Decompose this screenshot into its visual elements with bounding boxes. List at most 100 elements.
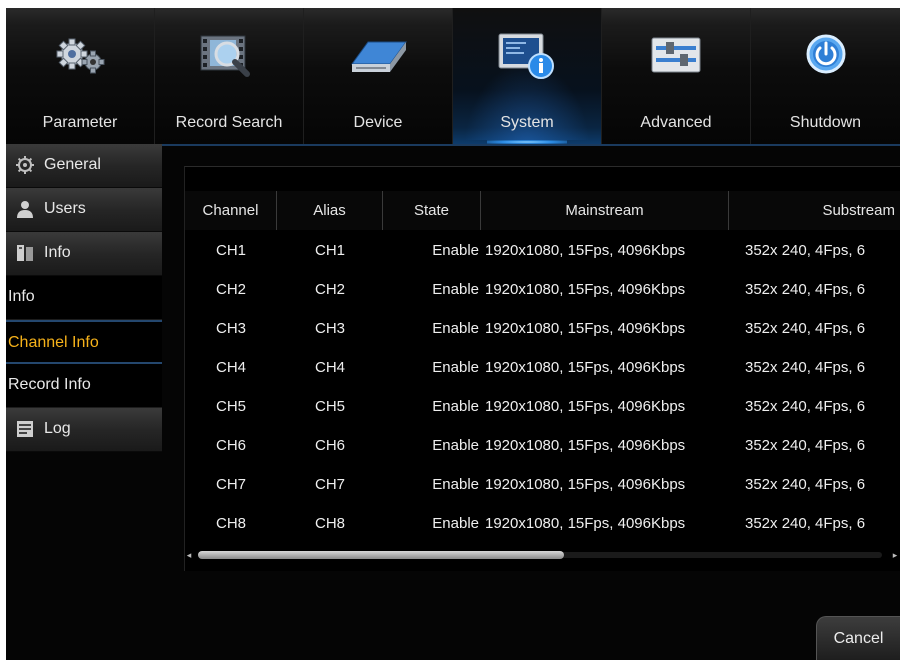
cell-substream: 352x 240, 4Fps, 6 bbox=[745, 476, 866, 493]
user-icon bbox=[17, 201, 33, 218]
cell-substream: 352x 240, 4Fps, 6 bbox=[745, 398, 866, 415]
sidebar-item-label: Info bbox=[44, 244, 71, 261]
column-header-alias: Alias bbox=[277, 191, 383, 230]
gear-icon bbox=[16, 156, 34, 174]
sidebar-item-label: Channel Info bbox=[8, 334, 99, 351]
top-nav-bar: Parameter Record Search Device System Ad… bbox=[6, 8, 900, 144]
cell-state: Enable bbox=[432, 437, 479, 454]
cell-alias: CH5 bbox=[314, 398, 345, 415]
nav-tab-label: Record Search bbox=[175, 114, 283, 131]
cell-alias: CH4 bbox=[314, 359, 345, 376]
cell-substream: 352x 240, 4Fps, 6 bbox=[745, 359, 866, 376]
cell-alias: CH6 bbox=[314, 437, 345, 454]
cell-channel: CH5 bbox=[215, 398, 246, 415]
nav-tab-system[interactable]: System bbox=[453, 8, 602, 144]
cell-state: Enable bbox=[432, 320, 479, 337]
nav-tab-label: Parameter bbox=[42, 114, 118, 131]
sidebar-subitem-info[interactable]: Info bbox=[6, 276, 162, 320]
cell-alias: CH3 bbox=[314, 320, 345, 337]
cell-channel: CH2 bbox=[215, 281, 246, 298]
horizontal-scrollbar[interactable]: ◂ ▸ bbox=[184, 549, 900, 561]
sidebar-item-general[interactable]: General bbox=[6, 144, 162, 188]
cell-mainstream: 1920x1080, 15Fps, 4096Kbps bbox=[485, 242, 686, 259]
system-info-icon bbox=[498, 33, 554, 79]
cell-channel: CH8 bbox=[215, 515, 246, 532]
nav-tab-shutdown[interactable]: Shutdown bbox=[751, 8, 900, 144]
table-row[interactable]: CH5 CH5 Enable 1920x1080, 15Fps, 4096Kbps 35… bbox=[185, 387, 900, 426]
channel-info-table: Channel Alias State Mainstream Substream… bbox=[184, 166, 900, 571]
sidebar-subitem-channel-info[interactable]: Channel Info bbox=[6, 320, 162, 364]
table-row[interactable]: CH7 CH7 Enable 1920x1080, 15Fps, 4096Kbps 35… bbox=[185, 465, 900, 504]
cell-state: Enable bbox=[432, 515, 479, 532]
cell-channel: CH1 bbox=[215, 242, 246, 259]
nav-tab-label: System bbox=[500, 114, 554, 131]
content-area: Channel Alias State Mainstream Substream… bbox=[162, 144, 900, 660]
cell-mainstream: 1920x1080, 15Fps, 4096Kbps bbox=[485, 281, 686, 298]
cell-mainstream: 1920x1080, 15Fps, 4096Kbps bbox=[485, 320, 686, 337]
sidebar: General Users Info Info Channel Info Rec… bbox=[6, 144, 162, 660]
nav-tab-label: Advanced bbox=[640, 114, 712, 131]
cell-state: Enable bbox=[432, 281, 479, 298]
cell-state: Enable bbox=[432, 242, 479, 259]
cell-alias: CH1 bbox=[314, 242, 345, 259]
cell-channel: CH4 bbox=[215, 359, 246, 376]
table-row[interactable]: CH2 CH2 Enable 1920x1080, 15Fps, 4096Kbps 35… bbox=[185, 270, 900, 309]
column-header-mainstream: Mainstream bbox=[481, 191, 729, 230]
nav-tab-label: Shutdown bbox=[789, 114, 862, 131]
cancel-button[interactable]: Cancel bbox=[816, 616, 900, 660]
cell-state: Enable bbox=[432, 359, 479, 376]
film-search-icon bbox=[200, 35, 250, 77]
cell-channel: CH7 bbox=[215, 476, 246, 493]
cell-substream: 352x 240, 4Fps, 6 bbox=[745, 320, 866, 337]
column-header-state: State bbox=[383, 191, 481, 230]
cell-alias: CH8 bbox=[314, 515, 345, 532]
dvr-window: Parameter Record Search Device System Ad… bbox=[6, 8, 900, 660]
column-header-channel: Channel bbox=[185, 191, 277, 230]
sidebar-item-label: Record Info bbox=[8, 376, 91, 393]
cell-alias: CH7 bbox=[314, 476, 345, 493]
table-row[interactable]: CH8 CH8 Enable 1920x1080, 15Fps, 4096Kbps 35… bbox=[185, 504, 900, 543]
cell-mainstream: 1920x1080, 15Fps, 4096Kbps bbox=[485, 437, 686, 454]
sidebar-item-label: General bbox=[44, 156, 101, 173]
cell-mainstream: 1920x1080, 15Fps, 4096Kbps bbox=[485, 476, 686, 493]
nav-tab-device[interactable]: Device bbox=[304, 8, 453, 144]
sidebar-item-label: Log bbox=[44, 420, 71, 437]
cell-state: Enable bbox=[432, 398, 479, 415]
power-icon bbox=[806, 34, 845, 74]
cell-substream: 352x 240, 4Fps, 6 bbox=[745, 437, 866, 454]
info-book-icon bbox=[17, 245, 33, 261]
cell-state: Enable bbox=[432, 476, 479, 493]
table-row[interactable]: CH3 CH3 Enable 1920x1080, 15Fps, 4096Kbps 35… bbox=[185, 309, 900, 348]
cell-alias: CH2 bbox=[314, 281, 345, 298]
sidebar-subitem-record-info[interactable]: Record Info bbox=[6, 364, 162, 408]
sidebar-item-label: Users bbox=[44, 200, 86, 217]
log-icon bbox=[17, 421, 33, 437]
sidebar-item-label: Info bbox=[8, 288, 35, 305]
sidebar-item-log[interactable]: Log bbox=[6, 408, 162, 452]
cell-channel: CH6 bbox=[215, 437, 246, 454]
cell-mainstream: 1920x1080, 15Fps, 4096Kbps bbox=[485, 515, 686, 532]
gears-icon bbox=[56, 38, 105, 74]
cell-substream: 352x 240, 4Fps, 6 bbox=[745, 281, 866, 298]
cell-substream: 352x 240, 4Fps, 6 bbox=[745, 515, 866, 532]
table-row[interactable]: CH6 CH6 Enable 1920x1080, 15Fps, 4096Kbps 35… bbox=[185, 426, 900, 465]
cell-channel: CH3 bbox=[215, 320, 246, 337]
cell-substream: 352x 240, 4Fps, 6 bbox=[745, 242, 866, 259]
nav-tab-record-search[interactable]: Record Search bbox=[155, 8, 304, 144]
table-header-row: Channel Alias State Mainstream Substream bbox=[185, 191, 900, 230]
nav-tab-parameter[interactable]: Parameter bbox=[6, 8, 155, 144]
hard-drive-icon bbox=[351, 41, 407, 72]
scroll-thumb[interactable] bbox=[198, 551, 564, 559]
cell-mainstream: 1920x1080, 15Fps, 4096Kbps bbox=[485, 359, 686, 376]
sidebar-item-info[interactable]: Info bbox=[6, 232, 162, 276]
table-row[interactable]: CH1 CH1 Enable 1920x1080, 15Fps, 4096Kbps 35… bbox=[185, 231, 900, 270]
column-header-substream: Substream bbox=[729, 191, 900, 230]
table-row[interactable]: CH4 CH4 Enable 1920x1080, 15Fps, 4096Kbps 35… bbox=[185, 348, 900, 387]
scroll-left-icon[interactable]: ◂ bbox=[184, 549, 194, 561]
cell-mainstream: 1920x1080, 15Fps, 4096Kbps bbox=[485, 398, 686, 415]
nav-tab-advanced[interactable]: Advanced bbox=[602, 8, 751, 144]
scroll-right-icon[interactable]: ▸ bbox=[890, 549, 900, 561]
nav-tab-label: Device bbox=[353, 114, 403, 131]
sidebar-item-users[interactable]: Users bbox=[6, 188, 162, 232]
sliders-icon bbox=[651, 37, 701, 73]
